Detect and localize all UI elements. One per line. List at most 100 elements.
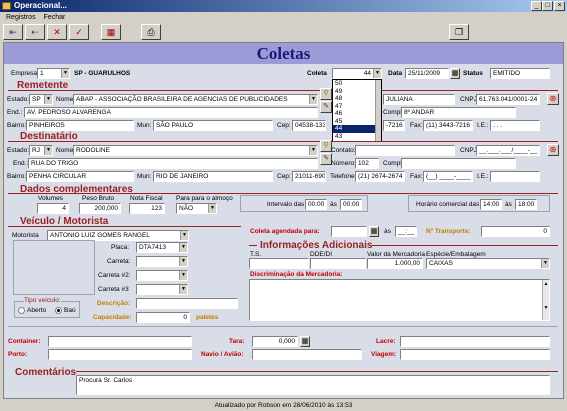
porto-field[interactable]	[48, 349, 192, 360]
coleta-select[interactable]: 44 ▼	[332, 68, 382, 79]
dest-cep-field[interactable]: 21011-690	[292, 171, 326, 182]
estado-label: Estado:	[7, 147, 30, 154]
navio-field[interactable]	[252, 349, 362, 360]
numero-label: Número:	[331, 160, 356, 167]
intervalo-ate-field[interactable]: 00:00	[340, 199, 362, 210]
empresa-select[interactable]: 1 ▼	[37, 68, 70, 79]
transporte-field[interactable]: 0	[481, 226, 550, 237]
dest-contato-field[interactable]	[355, 145, 455, 156]
dest-mun-field[interactable]: RIO DE JANEIRO	[153, 171, 273, 182]
empresa-label: Empresa	[11, 70, 38, 77]
horario-ate-field[interactable]: 18:00	[515, 199, 537, 210]
dest-cnpj-field[interactable]: __.___.___/____-__	[476, 145, 540, 156]
bairro-label: Bairro:	[7, 122, 27, 129]
viagem-field[interactable]	[400, 349, 550, 360]
lifebuoy-icon[interactable]: ⊛	[547, 144, 559, 156]
carreta3-label: Carreta #3	[98, 286, 129, 293]
porto-label: Porto:	[8, 351, 28, 358]
lacre-field[interactable]	[400, 336, 550, 347]
valor-field[interactable]: 1.000,00	[367, 258, 423, 269]
rem-estado-select[interactable]: SP ▼	[29, 94, 53, 105]
as-label: às	[505, 201, 512, 208]
descricao-field[interactable]	[136, 298, 238, 309]
almoco-select[interactable]: NÃO ▼	[176, 203, 217, 214]
dest-tel-field[interactable]: (21) 2674-2674	[355, 171, 405, 182]
discriminacao-textarea[interactable]	[249, 279, 550, 321]
carreta-select[interactable]: ▼	[136, 256, 188, 267]
search-binoculars-icon[interactable]: ⚲	[320, 88, 332, 100]
dest-numero-field[interactable]: 102	[355, 158, 379, 169]
divider	[76, 371, 558, 372]
ts-field[interactable]	[249, 258, 309, 269]
delete-icon[interactable]: ✕	[47, 24, 67, 40]
dest-fax-field[interactable]: (__) ____-____	[423, 171, 473, 182]
descricao-label: Descrição:	[97, 300, 131, 307]
data-field[interactable]: 25/11/2009	[405, 68, 449, 79]
horario-de-field[interactable]: 14:00	[480, 199, 502, 210]
nf-field[interactable]: 123	[129, 203, 165, 214]
prev-record-icon[interactable]: ⇠	[25, 24, 45, 40]
minimize-button[interactable]: _	[531, 1, 542, 11]
capacidade-field[interactable]: 0	[136, 312, 190, 323]
placa-select[interactable]: DTA7413 ▼	[136, 242, 188, 253]
agendada-date-field[interactable]	[331, 226, 367, 237]
tara-field[interactable]: 0,000	[252, 336, 298, 347]
comentarios-textarea[interactable]: Procura Sr. Carlos	[76, 375, 550, 395]
coleta-option[interactable]: 46	[333, 110, 381, 118]
carreta3-select[interactable]: ▼	[136, 284, 188, 295]
rem-contato-field[interactable]: JULIANA	[383, 94, 455, 105]
volumes-field[interactable]: 4	[37, 203, 69, 214]
textarea-scrollbar[interactable]: ▲ ▼	[542, 280, 549, 320]
bau-radio[interactable]	[55, 307, 62, 314]
intervalo-de-field[interactable]: 00:00	[305, 199, 327, 210]
rem-nome-select[interactable]: ABAP - ASSOCIAÇÃO BRASILEIRA DE AGENCIAS…	[73, 94, 318, 105]
coleta-option[interactable]: 48	[333, 95, 381, 103]
coleta-option[interactable]: 49	[333, 88, 381, 96]
dde-field[interactable]	[310, 258, 366, 269]
coleta-option[interactable]: 50	[333, 80, 381, 88]
especie-select[interactable]: CAIXAS ▼	[426, 258, 550, 269]
as-label: às	[330, 201, 337, 208]
rem-fax-field[interactable]: (11) 3443-7216	[423, 120, 473, 131]
coleta-option[interactable]: 43	[333, 133, 381, 141]
dest-compl-field[interactable]	[401, 158, 516, 169]
dest-ie-field[interactable]	[490, 171, 540, 182]
copy-icon[interactable]: ❐	[449, 24, 469, 40]
container-field[interactable]	[48, 336, 192, 347]
lifebuoy-icon[interactable]: ⊛	[547, 93, 559, 105]
rem-cnpj-field[interactable]: 61.763.041/0001-24	[476, 94, 540, 105]
rem-compl-field[interactable]: 8º ANDAR	[401, 107, 516, 118]
rem-tel-field[interactable]: -7216	[383, 120, 405, 131]
carreta2-select[interactable]: ▼	[136, 270, 188, 281]
calculator-icon[interactable]: ▦	[300, 336, 310, 347]
menu-fechar[interactable]: Fechar	[44, 14, 66, 21]
menu-registros[interactable]: Registros	[6, 14, 36, 21]
coleta-option[interactable]: 45	[333, 118, 381, 126]
dest-nome-select[interactable]: RODOLINE ▼	[73, 145, 318, 156]
confirm-icon[interactable]: ✓	[69, 24, 89, 40]
print-icon[interactable]: ⎙	[141, 24, 161, 40]
peso-field[interactable]: 200,000	[79, 203, 121, 214]
chevron-down-icon: ▼	[179, 257, 187, 266]
calendar-icon[interactable]: ▦	[369, 226, 379, 237]
coleta-option-selected[interactable]: 44	[333, 125, 381, 133]
dropdown-scrollbar[interactable]	[375, 80, 381, 141]
first-record-icon[interactable]: ⇤	[3, 24, 23, 40]
rem-mun-field[interactable]: SÃO PAULO	[153, 120, 273, 131]
rem-end-field[interactable]: AV. PEDROSO ALVARENGA	[24, 107, 318, 118]
aberto-radio[interactable]	[18, 307, 25, 314]
calculator-icon[interactable]: ▦	[101, 24, 121, 40]
dest-estado-select[interactable]: RJ ▼	[29, 145, 53, 156]
rem-cep-field[interactable]: 04538-133	[292, 120, 326, 131]
edit-icon[interactable]: ✎	[320, 101, 332, 113]
rem-ie-field[interactable]: . . .	[490, 120, 540, 131]
coleta-option[interactable]: 47	[333, 103, 381, 111]
rem-bairro-field[interactable]: PINHEIROS	[26, 120, 134, 131]
maximize-button[interactable]: □	[542, 1, 553, 11]
close-button[interactable]: ×	[554, 1, 565, 11]
agendada-time-field[interactable]: __:__	[395, 226, 417, 237]
calendar-icon[interactable]: ▦	[450, 68, 460, 79]
dest-end-field[interactable]: RUA DO TRIGO	[28, 158, 318, 169]
capacidade-label: Capacidade:	[93, 314, 132, 321]
dest-bairro-field[interactable]: PENHA CIRCULAR	[26, 171, 134, 182]
